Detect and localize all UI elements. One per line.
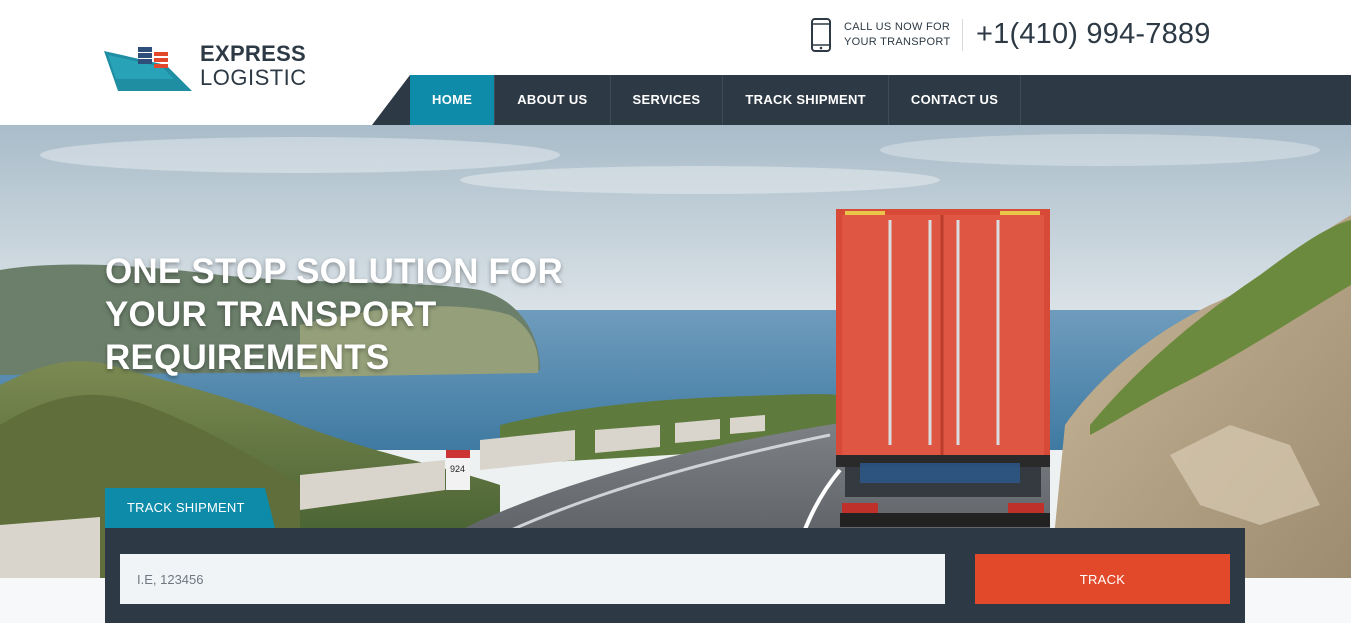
nav-slant-edge — [372, 75, 410, 125]
track-shipment-tab[interactable]: TRACK SHIPMENT — [105, 488, 275, 528]
nav-item-home[interactable]: HOME — [410, 75, 496, 125]
brand-name-line2: LOGISTIC — [200, 65, 307, 90]
brand-name-line1: EXPRESS — [200, 41, 307, 66]
nav-item-contact-us[interactable]: CONTACT US — [889, 75, 1022, 125]
call-label-line1: CALL US NOW FOR — [844, 21, 951, 33]
nav-item-about-us[interactable]: ABOUT US — [495, 75, 611, 125]
hero-headline-line2: YOUR TRANSPORT — [105, 295, 437, 334]
site-header: EXPRESS LOGISTIC CALL US NOW FOR YOUR TR… — [0, 0, 1351, 125]
phone-number[interactable]: +1(410) 994-7889 — [976, 17, 1211, 51]
road-marker-label: 924 — [450, 464, 465, 474]
track-button[interactable]: TRACK — [975, 554, 1230, 604]
tracking-number-input[interactable] — [120, 554, 945, 604]
main-nav: HOME ABOUT US SERVICES TRACK SHIPMENT CO… — [410, 75, 1351, 125]
hero-headline: ONE STOP SOLUTION FOR YOUR TRANSPORT REQ… — [105, 250, 665, 379]
nav-item-services[interactable]: SERVICES — [611, 75, 724, 125]
track-tab-label: TRACK SHIPMENT — [127, 500, 245, 515]
hero-headline-line3: REQUIREMENTS — [105, 338, 390, 377]
ship-logo-icon — [104, 47, 192, 91]
nav-item-track-shipment[interactable]: TRACK SHIPMENT — [723, 75, 889, 125]
call-label-line2: YOUR TRANSPORT — [844, 36, 951, 48]
brand-wordmark: EXPRESS LOGISTIC — [200, 42, 307, 90]
call-label: CALL US NOW FOR YOUR TRANSPORT — [844, 20, 964, 50]
brand-logo[interactable]: EXPRESS LOGISTIC — [104, 40, 324, 95]
mobile-phone-icon — [811, 18, 831, 52]
hero-headline-line1: ONE STOP SOLUTION FOR — [105, 252, 563, 291]
call-divider — [962, 19, 963, 51]
